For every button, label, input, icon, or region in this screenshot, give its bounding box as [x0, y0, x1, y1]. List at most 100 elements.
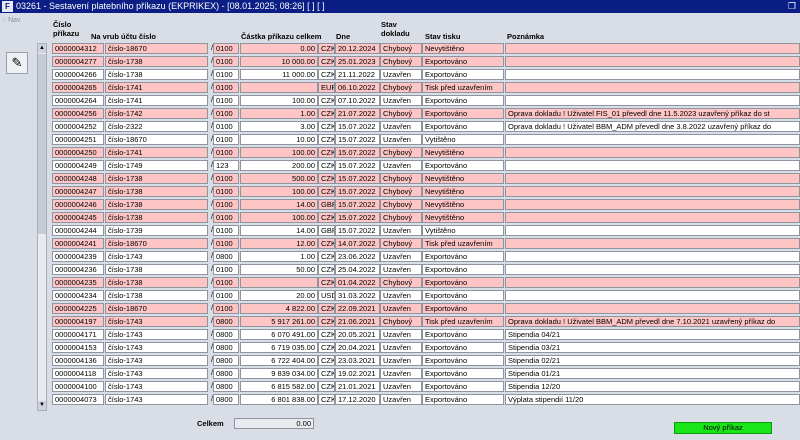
cell-print-state[interactable]: Vytištěno	[422, 134, 504, 145]
cell-print-state[interactable]: Nevytištěno	[422, 186, 504, 197]
cell-doc-state[interactable]: Chybový	[380, 56, 422, 67]
cell-doc-state[interactable]: Uzavřen	[380, 394, 422, 405]
cell-note[interactable]	[505, 69, 800, 80]
cell-order-number[interactable]: 0000004277	[52, 56, 104, 67]
cell-date[interactable]: 15.07.2022	[335, 121, 380, 132]
cell-date[interactable]: 15.07.2022	[335, 212, 380, 223]
cell-account[interactable]: číslo-1738	[105, 173, 208, 184]
cell-bank-code[interactable]: 0800	[213, 394, 239, 405]
cell-note[interactable]	[505, 251, 800, 262]
cell-note[interactable]	[505, 277, 800, 288]
cell-doc-state[interactable]: Uzavřen	[380, 134, 422, 145]
cell-bank-code[interactable]: 0100	[213, 95, 239, 106]
vertical-scrollbar[interactable]: ▲ ▼	[37, 43, 47, 411]
cell-date[interactable]: 20.04.2021	[335, 342, 380, 353]
cell-doc-state[interactable]: Chybový	[380, 238, 422, 249]
cell-order-number[interactable]: 0000004248	[52, 173, 104, 184]
cell-bank-code[interactable]: 0800	[213, 316, 239, 327]
cell-amount[interactable]: 6 070 491.00	[240, 329, 318, 340]
cell-bank-code[interactable]: 0100	[213, 290, 239, 301]
cell-print-state[interactable]: Exportováno	[422, 329, 504, 340]
cell-bank-code[interactable]: 0100	[213, 199, 239, 210]
cell-account[interactable]: číslo-1743	[105, 251, 208, 262]
cell-doc-state[interactable]: Chybový	[380, 147, 422, 158]
restore-icon[interactable]: ❐	[788, 0, 796, 13]
cell-amount[interactable]: 200.00	[240, 160, 318, 171]
cell-doc-state[interactable]: Uzavřen	[380, 69, 422, 80]
scroll-thumb[interactable]	[38, 54, 46, 234]
cell-print-state[interactable]: Tisk před uzavřením	[422, 238, 504, 249]
cell-date[interactable]: 15.07.2022	[335, 186, 380, 197]
cell-currency[interactable]: CZK	[318, 173, 335, 184]
cell-account[interactable]: číslo-18670	[105, 303, 208, 314]
cell-bank-code[interactable]: 0100	[213, 225, 239, 236]
cell-currency[interactable]: CZK	[318, 147, 335, 158]
cell-account[interactable]: číslo-1743	[105, 342, 208, 353]
cell-amount[interactable]: 6 719 035.00	[240, 342, 318, 353]
cell-amount[interactable]: 1.00	[240, 108, 318, 119]
cell-currency[interactable]: CZK	[318, 121, 335, 132]
cell-print-state[interactable]: Nevytištěno	[422, 212, 504, 223]
edit-tool-button[interactable]: ✎	[6, 52, 28, 74]
cell-amount[interactable]: 100.00	[240, 212, 318, 223]
cell-order-number[interactable]: 0000004244	[52, 225, 104, 236]
cell-date[interactable]: 07.10.2022	[335, 95, 380, 106]
cell-amount[interactable]: 14.00	[240, 225, 318, 236]
cell-currency[interactable]: CZK	[318, 316, 335, 327]
cell-amount[interactable]: 12.00	[240, 238, 318, 249]
cell-account[interactable]: číslo-1738	[105, 212, 208, 223]
cell-doc-state[interactable]: Uzavřen	[380, 121, 422, 132]
cell-doc-state[interactable]: Chybový	[380, 173, 422, 184]
cell-doc-state[interactable]: Uzavřen	[380, 264, 422, 275]
cell-currency[interactable]: CZK	[318, 394, 335, 405]
cell-currency[interactable]: CZK	[318, 43, 335, 54]
cell-date[interactable]: 25.04.2022	[335, 264, 380, 275]
cell-amount[interactable]: 50.00	[240, 264, 318, 275]
cell-doc-state[interactable]: Chybový	[380, 43, 422, 54]
cell-print-state[interactable]: Tisk před uzavřením	[422, 82, 504, 93]
cell-currency[interactable]: CZK	[318, 277, 335, 288]
cell-note[interactable]: Oprava dokladu ! Uživatel BBM_ADM převed…	[505, 121, 800, 132]
cell-date[interactable]: 25.01.2023	[335, 56, 380, 67]
cell-bank-code[interactable]: 0800	[213, 251, 239, 262]
cell-order-number[interactable]: 0000004250	[52, 147, 104, 158]
cell-amount[interactable]: 3.00	[240, 121, 318, 132]
cell-doc-state[interactable]: Chybový	[380, 82, 422, 93]
cell-account[interactable]: číslo-1738	[105, 290, 208, 301]
cell-currency[interactable]: CZK	[318, 381, 335, 392]
cell-order-number[interactable]: 0000004256	[52, 108, 104, 119]
cell-amount[interactable]: 5 917 261.00	[240, 316, 318, 327]
cell-note[interactable]	[505, 95, 800, 106]
cell-bank-code[interactable]: 0100	[213, 277, 239, 288]
cell-account[interactable]: číslo-1743	[105, 368, 208, 379]
cell-amount[interactable]: 1.00	[240, 251, 318, 262]
cell-order-number[interactable]: 0000004245	[52, 212, 104, 223]
cell-note[interactable]	[505, 173, 800, 184]
cell-currency[interactable]: CZK	[318, 56, 335, 67]
cell-amount[interactable]: 4 822.00	[240, 303, 318, 314]
cell-bank-code[interactable]: 0100	[213, 43, 239, 54]
cell-currency[interactable]: CZK	[318, 160, 335, 171]
cell-order-number[interactable]: 0000004073	[52, 394, 104, 405]
cell-account[interactable]: číslo-1743	[105, 316, 208, 327]
cell-note[interactable]	[505, 160, 800, 171]
cell-amount[interactable]: 11 000.00	[240, 69, 318, 80]
cell-print-state[interactable]: Tisk před uzavřením	[422, 316, 504, 327]
cell-print-state[interactable]: Exportováno	[422, 251, 504, 262]
cell-order-number[interactable]: 0000004235	[52, 277, 104, 288]
cell-print-state[interactable]: Exportováno	[422, 277, 504, 288]
cell-print-state[interactable]: Exportováno	[422, 303, 504, 314]
cell-account[interactable]: číslo-1743	[105, 355, 208, 366]
cell-date[interactable]: 31.03.2022	[335, 290, 380, 301]
cell-print-state[interactable]: Exportováno	[422, 108, 504, 119]
cell-amount[interactable]: 0.00	[240, 43, 318, 54]
cell-print-state[interactable]: Exportováno	[422, 342, 504, 353]
cell-bank-code[interactable]: 0100	[213, 134, 239, 145]
cell-order-number[interactable]: 0000004264	[52, 95, 104, 106]
cell-doc-state[interactable]: Uzavřen	[380, 368, 422, 379]
cell-date[interactable]: 15.07.2022	[335, 199, 380, 210]
cell-currency[interactable]: CZK	[318, 186, 335, 197]
cell-date[interactable]: 23.06.2022	[335, 251, 380, 262]
cell-date[interactable]: 15.07.2022	[335, 173, 380, 184]
cell-bank-code[interactable]: 0100	[213, 212, 239, 223]
